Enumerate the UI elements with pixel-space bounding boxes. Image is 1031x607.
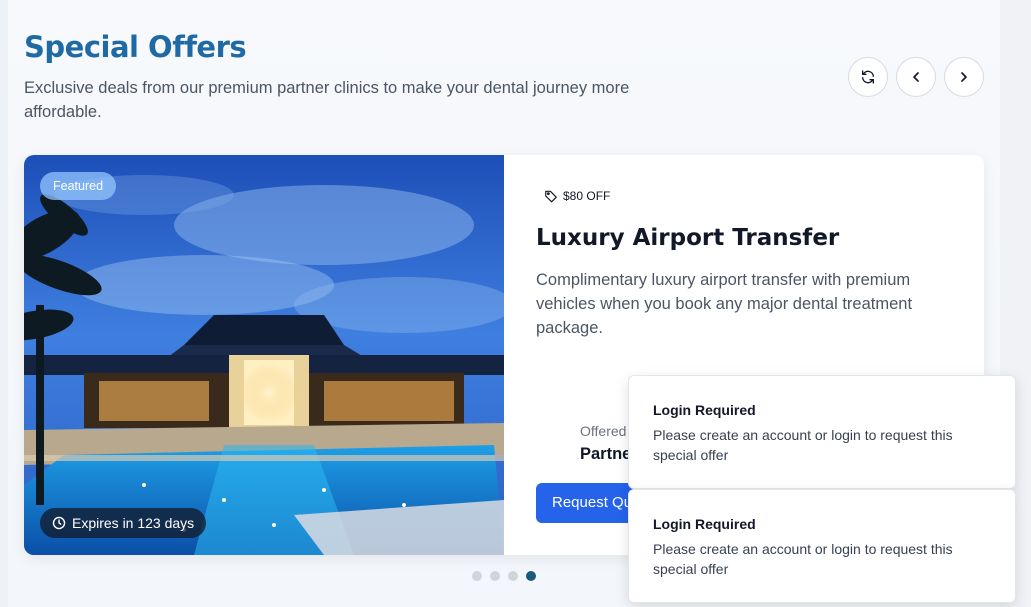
discount-label: $80 OFF [544, 189, 610, 203]
offer-image: Featured Expires in 123 days [24, 155, 504, 555]
carousel-dot[interactable] [472, 571, 482, 581]
expires-badge: Expires in 123 days [40, 508, 207, 538]
chevron-left-icon [913, 72, 919, 82]
section-subtitle: Exclusive deals from our premium partner… [24, 79, 630, 121]
partner-name: Partne [580, 445, 632, 463]
offer-title: Luxury Airport Transfer [536, 225, 840, 251]
toast-login-required[interactable]: Login Required Please create an account … [628, 489, 1016, 603]
previous-button[interactable] [896, 57, 936, 97]
resort-pool-photo [24, 155, 504, 555]
refresh-button[interactable] [848, 57, 888, 97]
featured-badge: Featured [40, 172, 117, 200]
toast-message: Please create an account or login to req… [653, 427, 953, 463]
offered-by-label: Offered [580, 423, 627, 439]
next-button[interactable] [944, 57, 984, 97]
carousel-dot[interactable] [508, 571, 518, 581]
section-title: Special Offers [24, 30, 247, 64]
chevron-right-icon [961, 72, 967, 82]
carousel-dot[interactable] [490, 571, 500, 581]
toast-title: Login Required [653, 402, 756, 418]
tag-icon [545, 190, 557, 203]
toast-message: Please create an account or login to req… [653, 541, 953, 577]
offer-description: Complimentary luxury airport transfer wi… [536, 271, 913, 337]
refresh-icon [862, 70, 874, 84]
toast-title: Login Required [653, 516, 756, 532]
toast-login-required[interactable]: Login Required Please create an account … [628, 375, 1016, 489]
expires-text: Expires in 123 days [72, 515, 195, 531]
discount-text: $80 OFF [563, 189, 611, 203]
carousel-dot-active[interactable] [526, 571, 536, 581]
clock-icon [52, 516, 66, 530]
carousel-dots [472, 571, 536, 581]
